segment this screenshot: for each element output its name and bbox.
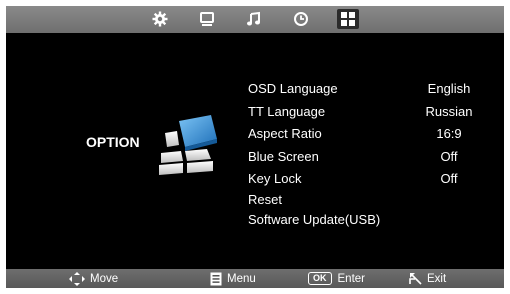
hint-enter-label: Enter bbox=[337, 272, 366, 285]
hint-enter: OK Enter bbox=[308, 271, 365, 286]
tv-osd-screen: OPTION OSD Language English TT Language … bbox=[6, 6, 504, 288]
menu-label: TT Language bbox=[248, 104, 326, 119]
menu-label: Software Update(USB) bbox=[248, 212, 381, 227]
clock-icon bbox=[294, 12, 308, 26]
option-blocks-icon bbox=[159, 115, 217, 175]
move-arrows-icon bbox=[69, 271, 85, 286]
menu-value: English bbox=[427, 81, 471, 96]
tab-option[interactable] bbox=[337, 9, 359, 29]
bottom-hint-bar: Move Menu OK Enter Exit bbox=[6, 269, 504, 288]
menu-value: 16:9 bbox=[436, 126, 462, 141]
hint-exit: Exit bbox=[409, 271, 446, 286]
tab-setup[interactable] bbox=[149, 9, 171, 29]
hint-exit-label: Exit bbox=[427, 272, 447, 285]
grid-icon bbox=[341, 12, 355, 26]
menu-value: Russian bbox=[425, 104, 473, 119]
ok-key-icon: OK bbox=[308, 272, 332, 285]
menu-value: Off bbox=[440, 171, 458, 186]
exit-icon bbox=[409, 273, 422, 285]
menu-label: Aspect Ratio bbox=[248, 126, 322, 141]
tab-picture[interactable] bbox=[196, 9, 218, 29]
music-note-icon bbox=[247, 11, 260, 26]
menu-label: Blue Screen bbox=[248, 149, 319, 164]
menu-label: Key Lock bbox=[248, 171, 302, 186]
tab-sound[interactable] bbox=[243, 9, 265, 29]
hint-move: Move bbox=[69, 271, 118, 286]
section-title: OPTION bbox=[86, 134, 140, 150]
top-tab-bar bbox=[6, 6, 504, 33]
menu-value: Off bbox=[440, 149, 458, 164]
hint-menu-label: Menu bbox=[227, 272, 256, 285]
hint-menu: Menu bbox=[210, 271, 256, 286]
menu-icon bbox=[210, 272, 222, 285]
gear-icon bbox=[152, 11, 168, 27]
tab-time[interactable] bbox=[290, 9, 312, 29]
menu-label: Reset bbox=[248, 192, 282, 207]
hint-move-label: Move bbox=[90, 272, 119, 285]
menu-label: OSD Language bbox=[248, 81, 338, 96]
monitor-icon bbox=[200, 12, 214, 26]
